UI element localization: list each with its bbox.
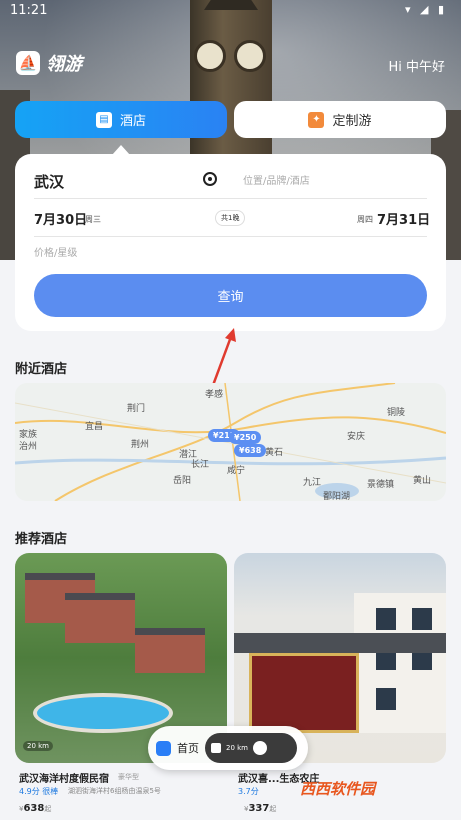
checkin-date[interactable]: 7月30日 <box>34 209 87 228</box>
map-label: 黄石 <box>265 448 284 458</box>
hotel-score: 3.7分 <box>238 787 259 796</box>
map-label: 咸宁 <box>227 466 246 476</box>
locate-icon[interactable] <box>203 172 217 186</box>
nav-home-label: 首页 <box>177 742 199 755</box>
price-star-filter[interactable]: 价格/星级 <box>34 244 77 259</box>
greeting-text: Hi 中午好 <box>388 60 445 75</box>
home-icon <box>156 740 171 756</box>
map-label: 岳阳 <box>173 476 192 486</box>
status-time: 11:21 <box>10 3 48 18</box>
map-label: 治州 <box>19 442 38 452</box>
nearby-map[interactable]: 孝感 荆门 宜昌 荆州 家族 治州 潜江 长江 岳阳 咸宁 黄石 九江 安庆 铜… <box>15 383 446 501</box>
hotel-name[interactable]: 武汉海洋村度假民宿 <box>19 770 109 785</box>
checkout-weekday: 周四 <box>357 215 373 224</box>
map-label: 荆门 <box>127 404 146 414</box>
map-label: 孝感 <box>205 390 224 400</box>
checkout-date[interactable]: 7月31日 <box>377 209 430 228</box>
profile-icon[interactable] <box>253 741 268 755</box>
map-label: 景德镇 <box>367 480 395 490</box>
clock-face <box>194 40 226 72</box>
nights-badge: 共1晚 <box>215 210 246 226</box>
hotel-star-level: 豪华型 <box>118 773 139 781</box>
search-card: 武汉 位置/品牌/酒店 7月30日 周三 共1晚 周四 7月31日 价格/星级 … <box>15 154 446 331</box>
tab-custom-tour[interactable]: ✦ 定制游 <box>234 101 446 138</box>
tab-hotel[interactable]: ▤ 酒店 <box>15 101 227 138</box>
hotel-icon: ▤ <box>95 111 112 128</box>
nearby-hotels-title: 附近酒店 <box>15 362 68 377</box>
recommended-hotels-title: 推荐酒店 <box>15 532 68 547</box>
logo-icon: ⛵ <box>16 51 40 75</box>
map-label: 鄱阳湖 <box>323 492 351 501</box>
app-name: 翎游 <box>46 54 82 75</box>
price-pin[interactable]: ¥250 <box>229 431 262 444</box>
map-label: 长江 <box>191 460 210 470</box>
price-pin[interactable]: ¥638 <box>234 444 267 457</box>
clock-tower-image <box>190 0 272 170</box>
nav-expand[interactable]: 20 km <box>205 733 297 763</box>
hotel-price: ¥638起 <box>19 803 52 814</box>
pool-image <box>33 693 173 733</box>
status-bar: 11:21 ▾ ◢ ▮ <box>0 0 461 22</box>
bottom-nav: 首页 20 km <box>148 726 308 770</box>
distance-badge: 20 km <box>23 741 54 751</box>
tour-icon: ✦ <box>308 111 325 128</box>
divider <box>34 198 427 199</box>
map-label: 宜昌 <box>85 422 104 432</box>
keyword-input[interactable]: 位置/品牌/酒店 <box>243 172 310 187</box>
status-icons: ▾ ◢ ▮ <box>404 3 447 16</box>
tab-tour-label: 定制游 <box>332 114 372 129</box>
map-label: 荆州 <box>131 440 150 450</box>
hotel-price: ¥337起 <box>244 803 277 814</box>
hotel-address: 湖泗街海洋村6组杨由温泉5号 <box>68 787 161 795</box>
divider <box>34 236 427 237</box>
app-logo: ⛵ 翎游 <box>16 50 82 76</box>
nav-home[interactable]: 首页 <box>156 740 199 756</box>
city-selector[interactable]: 武汉 <box>34 171 64 192</box>
clock-face <box>234 40 266 72</box>
watermark-logo: 西西软件园 <box>300 780 376 798</box>
map-label: 九江 <box>303 478 322 488</box>
tab-hotel-label: 酒店 <box>119 114 146 129</box>
map-label: 安庆 <box>347 432 366 442</box>
map-label: 铜陵 <box>387 408 406 418</box>
restaurant-entrance-image <box>249 653 359 733</box>
hotel-score: 4.9分 很棒 <box>19 787 59 796</box>
checkin-weekday: 周三 <box>85 215 101 224</box>
list-icon <box>211 743 221 753</box>
query-button[interactable]: 查询 <box>34 274 427 317</box>
map-label: 黄山 <box>413 476 432 486</box>
nav-distance: 20 km <box>226 744 249 752</box>
